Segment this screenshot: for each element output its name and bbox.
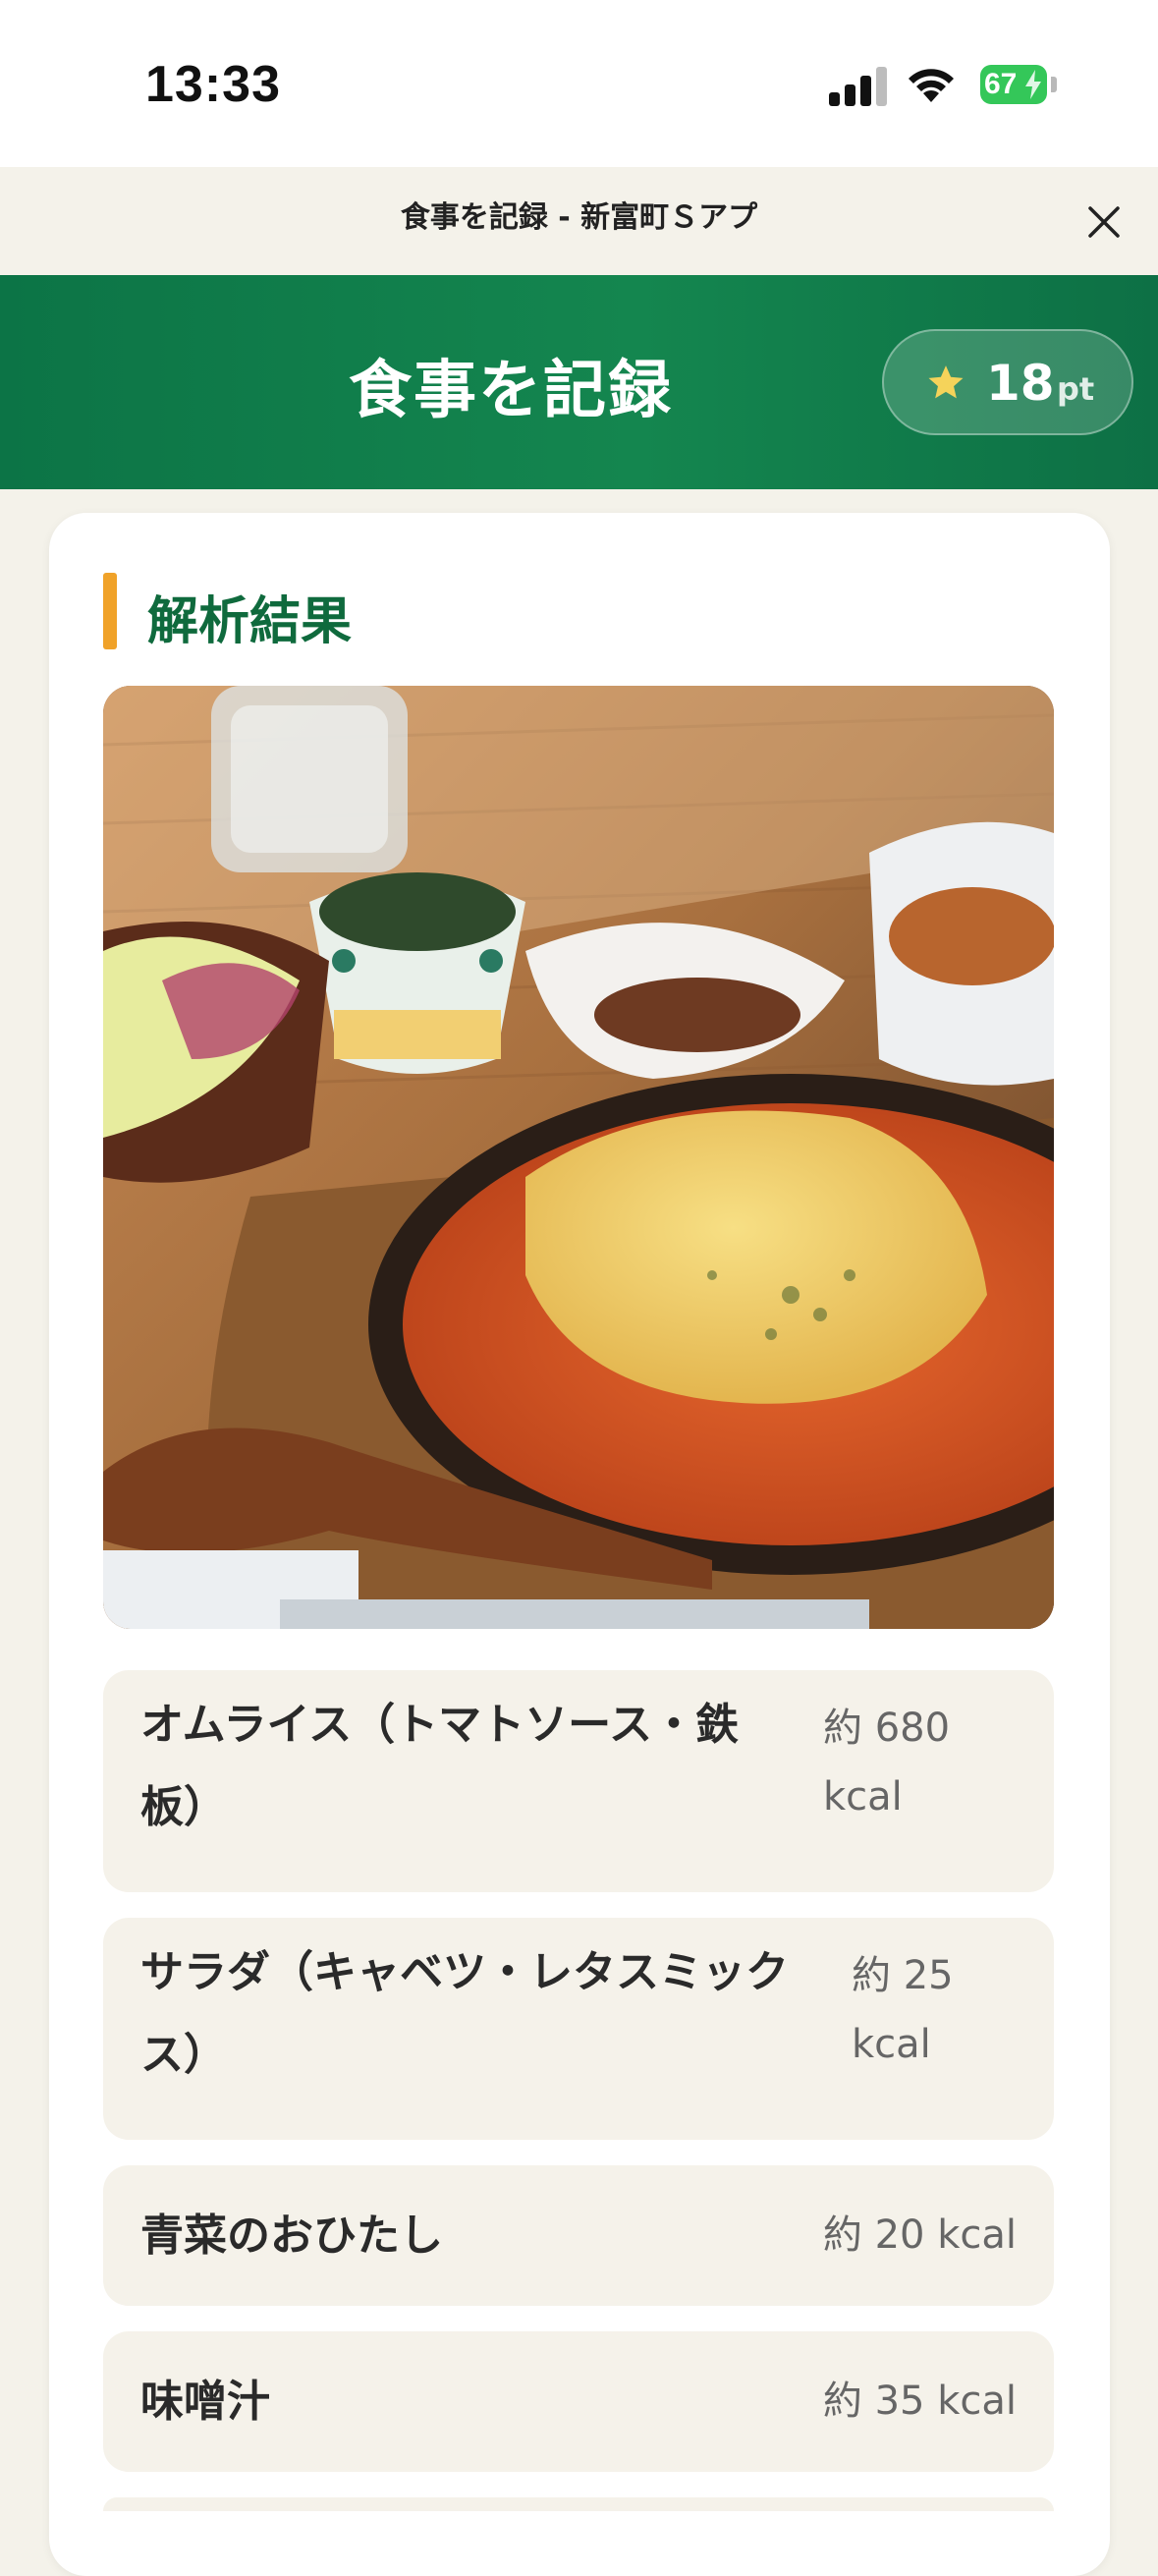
charging-bolt-icon	[1025, 70, 1041, 99]
food-item-name: 青菜のおひたし	[140, 2211, 443, 2261]
status-time: 13:33	[145, 56, 281, 113]
food-item-kcal: 約 20 kcal	[822, 2212, 1017, 2258]
food-item[interactable]: 味噌汁 約 35 kcal	[103, 2331, 1054, 2472]
food-item-name-line: サラダ（キャベツ・レタスミック	[140, 1947, 789, 1997]
battery-cap	[1051, 77, 1057, 92]
star-icon	[928, 365, 964, 399]
food-item-name: オムライス（トマトソース・鉄 板）	[140, 1684, 739, 1849]
food-item[interactable]: 青菜のおひたし 約 20 kcal	[103, 2165, 1054, 2306]
food-item-kcal-line: kcal	[823, 1774, 903, 1820]
food-item-partial[interactable]	[103, 2497, 1054, 2511]
points-unit: pt	[1057, 370, 1095, 408]
cellular-signal-icon	[829, 65, 888, 106]
status-bar: 13:33 67 食事を記録 - 新富町Ｓアプ	[0, 0, 1158, 238]
section-accent-bar	[103, 573, 117, 649]
page-title: 食事を記録	[349, 355, 673, 427]
food-item-name-line: 板）	[140, 1782, 227, 1832]
section-title: 解析結果	[147, 592, 353, 651]
food-item-kcal-line: 約 25	[852, 1953, 954, 1998]
food-item-kcal-line: 約 680	[823, 1706, 951, 1751]
battery-level: 67	[984, 68, 1018, 100]
food-item-name-line: オムライス（トマトソース・鉄	[140, 1700, 739, 1750]
food-item[interactable]: オムライス（トマトソース・鉄 板） 約 680 kcal	[103, 1670, 1054, 1892]
food-item-kcal: 約 680 kcal	[823, 1694, 950, 1831]
food-item-name: サラダ（キャベツ・レタスミック ス）	[140, 1932, 789, 2097]
points-badge[interactable]: 18 pt	[882, 329, 1133, 435]
wifi-icon	[909, 69, 954, 102]
points-value: 18	[986, 355, 1055, 412]
food-item[interactable]: サラダ（キャベツ・レタスミック ス） 約 25 kcal	[103, 1918, 1054, 2140]
browser-title: 食事を記録 - 新富町Ｓアプ	[400, 200, 758, 235]
food-item-kcal: 約 35 kcal	[822, 2379, 1017, 2424]
food-item-kcal-line: kcal	[852, 2022, 931, 2067]
close-icon[interactable]	[1084, 202, 1124, 242]
battery-charging-icon: 67	[980, 65, 1047, 104]
meal-photo	[103, 686, 1054, 1629]
food-item-name-line: ス）	[140, 2030, 227, 2080]
food-item-kcal: 約 25 kcal	[852, 1941, 954, 2079]
food-item-name: 味噌汁	[140, 2377, 270, 2427]
app-header: 食事を記録 18 pt	[0, 275, 1158, 489]
